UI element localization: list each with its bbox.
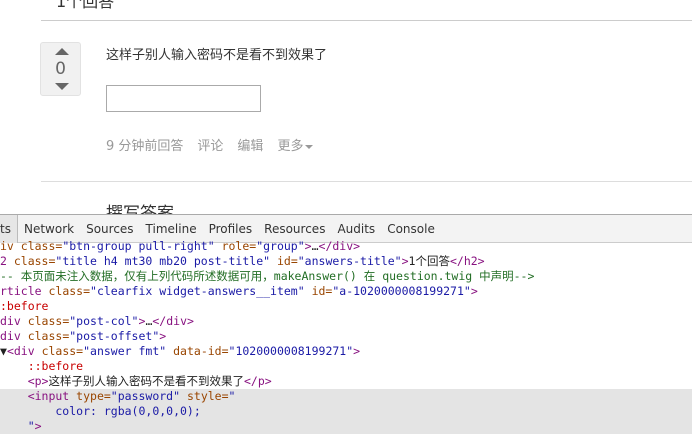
vote-count: 0	[55, 59, 66, 79]
code-token: ::before	[0, 359, 84, 373]
code-token: div	[0, 329, 28, 343]
divider	[41, 181, 692, 182]
code-token: "1020000008199271"	[228, 344, 354, 358]
more-label: 更多	[277, 139, 304, 154]
code-token: class=	[13, 254, 56, 268]
password-input[interactable]	[106, 85, 261, 112]
code-token: class=	[27, 314, 70, 328]
comment-link[interactable]: 评论	[197, 135, 223, 154]
dom-node-line[interactable]: ▼<div class="answer fmt" data-id="102000…	[0, 344, 692, 359]
code-token: …	[311, 239, 319, 253]
code-token: div	[0, 314, 28, 328]
code-token: id=	[304, 284, 333, 298]
code-token: 2	[0, 254, 14, 268]
dom-node-line[interactable]: ::before	[0, 359, 692, 374]
answer-time: 9 分钟前回答	[106, 139, 184, 154]
upvote-icon[interactable]	[55, 48, 69, 55]
code-token: "answers-title"	[297, 254, 402, 268]
code-token: </div>	[152, 314, 194, 328]
code-token: "answer fmt"	[83, 344, 167, 358]
code-token: >	[304, 239, 312, 253]
dom-node-line[interactable]: ">	[0, 419, 692, 434]
code-token: style=	[180, 389, 229, 403]
code-token: 这样子别人输入密码不是看不到效果了	[48, 374, 244, 388]
code-token: </p>	[243, 374, 272, 388]
devtools-panel: ts Network Sources Timeline Profiles Resource…	[0, 214, 692, 434]
dom-node-line[interactable]: div class="post-col">…</div>	[0, 314, 692, 329]
code-token: >	[470, 284, 478, 298]
answer-text: 这样子别人输入密码不是看不到效果了	[106, 48, 328, 63]
code-token: iv class=	[0, 239, 63, 253]
dom-node-line[interactable]: iv class="btn-group pull-right" role="gr…	[0, 239, 692, 254]
code-token: <p>	[0, 374, 49, 388]
answers-heading: 1个回答	[56, 0, 115, 11]
code-token: "a-1020000008199271"	[332, 284, 471, 298]
code-token: :before	[0, 299, 49, 313]
dom-node-line[interactable]: color: rgba(0,0,0,0);	[0, 404, 692, 419]
code-token: >	[159, 329, 167, 343]
code-token: ▼	[0, 344, 7, 358]
code-token: <div	[6, 344, 42, 358]
code-token: class=	[48, 284, 91, 298]
code-token: 1个回答	[408, 254, 450, 268]
edit-link[interactable]: 编辑	[237, 135, 263, 154]
code-token: -- 本页面未注入数据，仅有上列代码所述数据可用，makeAnswer() 在 …	[0, 269, 535, 283]
code-token: "post-col"	[69, 314, 139, 328]
code-token: rticle	[0, 284, 49, 298]
caret-down-icon	[305, 144, 314, 149]
dom-node-line[interactable]: -- 本页面未注入数据，仅有上列代码所述数据可用，makeAnswer() 在 …	[0, 269, 692, 284]
more-dropdown[interactable]: 更多	[277, 135, 314, 154]
dom-node-line[interactable]: rticle class="clearfix widget-answers__i…	[0, 284, 692, 299]
dom-node-line[interactable]: :before	[0, 299, 692, 314]
elements-tree: iv class="btn-group pull-right" role="gr…	[0, 239, 692, 434]
code-token: "title h4 mt30 mb20 post-title"	[55, 254, 271, 268]
code-token: class=	[27, 329, 70, 343]
code-token: "password"	[110, 389, 181, 403]
code-token: id=	[270, 254, 298, 268]
code-token: <input	[0, 389, 77, 403]
code-token: class=	[41, 344, 84, 358]
dom-node-line[interactable]: div class="post-offset">	[0, 329, 692, 344]
code-token: "post-offset"	[69, 329, 160, 343]
answer-meta: 9 分钟前回答 评论 编辑 更多	[106, 135, 314, 154]
code-token: "	[0, 419, 35, 433]
dom-node-line[interactable]: <input type="password" style="	[0, 389, 692, 404]
code-token: data-id=	[166, 344, 229, 358]
code-token: >	[353, 344, 361, 358]
code-token: color: rgba(0,0,0,0);	[0, 404, 201, 418]
code-token: </h2>	[449, 254, 485, 268]
code-token: >	[34, 419, 42, 433]
code-token: </div>	[318, 239, 361, 253]
question-page: 1个回答 0 这样子别人输入密码不是看不到效果了 9 分钟前回答 评论 编辑 更…	[0, 0, 692, 214]
dom-node-line[interactable]: 2 class="title h4 mt30 mb20 post-title" …	[0, 254, 692, 269]
code-token: type=	[76, 389, 111, 403]
downvote-icon[interactable]	[55, 83, 69, 90]
code-token: "btn-group pull-right"	[62, 239, 215, 253]
code-token: role=	[214, 239, 257, 253]
dom-node-line[interactable]: <p>这样子别人输入密码不是看不到效果了</p>	[0, 374, 692, 389]
code-token: >	[401, 254, 409, 268]
write-answer-heading: 撰写答案	[106, 204, 174, 214]
code-token: "clearfix widget-answers__item"	[90, 284, 305, 298]
code-token: "	[228, 389, 236, 403]
code-token: "group"	[256, 239, 305, 253]
vote-widget: 0	[40, 42, 81, 96]
divider	[41, 20, 692, 21]
